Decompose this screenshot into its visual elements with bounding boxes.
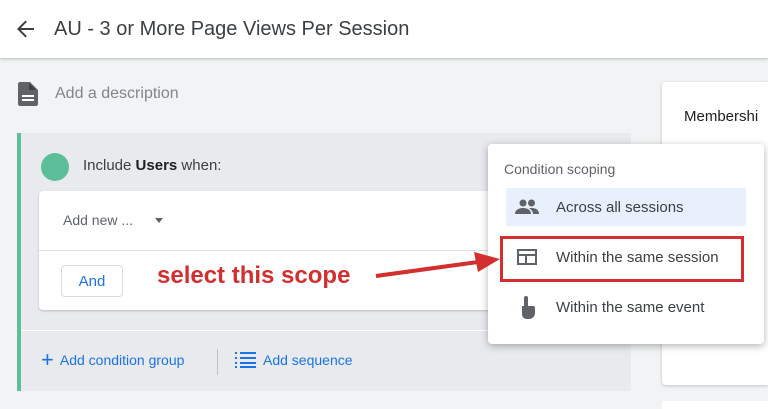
include-suffix: when: <box>181 157 222 174</box>
include-prefix: Include <box>83 157 132 174</box>
annotation-text: select this scope <box>157 262 351 289</box>
add-new-dropdown[interactable]: Add new ... <box>63 212 164 228</box>
back-button[interactable] <box>2 5 50 53</box>
add-condition-group-button[interactable]: + Add condition group <box>41 347 185 372</box>
menu-title: Condition scoping <box>504 161 616 177</box>
people-icon <box>514 199 540 215</box>
and-button[interactable]: And <box>61 265 123 297</box>
option-label: Across all sessions <box>556 198 684 216</box>
page-title: AU - 3 or More Page Views Per Session <box>54 17 410 40</box>
scope-option-within-same-event[interactable]: Within the same event <box>506 288 746 326</box>
touch-hand-icon <box>514 295 540 319</box>
add-new-label: Add new ... <box>63 212 134 228</box>
group-color-dot <box>41 153 69 181</box>
arrow-left-icon <box>17 20 34 38</box>
action-divider <box>217 349 218 375</box>
divider <box>39 250 515 251</box>
add-sequence-label: Add sequence <box>263 352 353 368</box>
caret-down-icon <box>155 217 164 223</box>
description-placeholder[interactable]: Add a description <box>55 85 179 103</box>
option-label: Within the same event <box>556 298 705 316</box>
include-label: Include Users when: <box>83 157 221 174</box>
add-sequence-button[interactable]: Add sequence <box>235 351 353 369</box>
scope-option-across-all-sessions[interactable]: Across all sessions <box>506 188 746 226</box>
top-bar: AU - 3 or More Page Views Per Session <box>0 0 768 58</box>
document-icon <box>18 82 38 106</box>
plus-icon: + <box>41 347 54 372</box>
description-row[interactable]: Add a description <box>18 82 179 106</box>
secondary-panel <box>662 401 768 409</box>
include-subject-select[interactable]: Users <box>136 157 178 174</box>
sequence-icon <box>235 352 256 368</box>
membership-label: Membershi <box>684 108 759 125</box>
annotation-highlight-box <box>500 236 744 282</box>
add-condition-group-label: Add condition group <box>59 352 185 368</box>
condition-box: Add new ... And <box>39 191 515 310</box>
